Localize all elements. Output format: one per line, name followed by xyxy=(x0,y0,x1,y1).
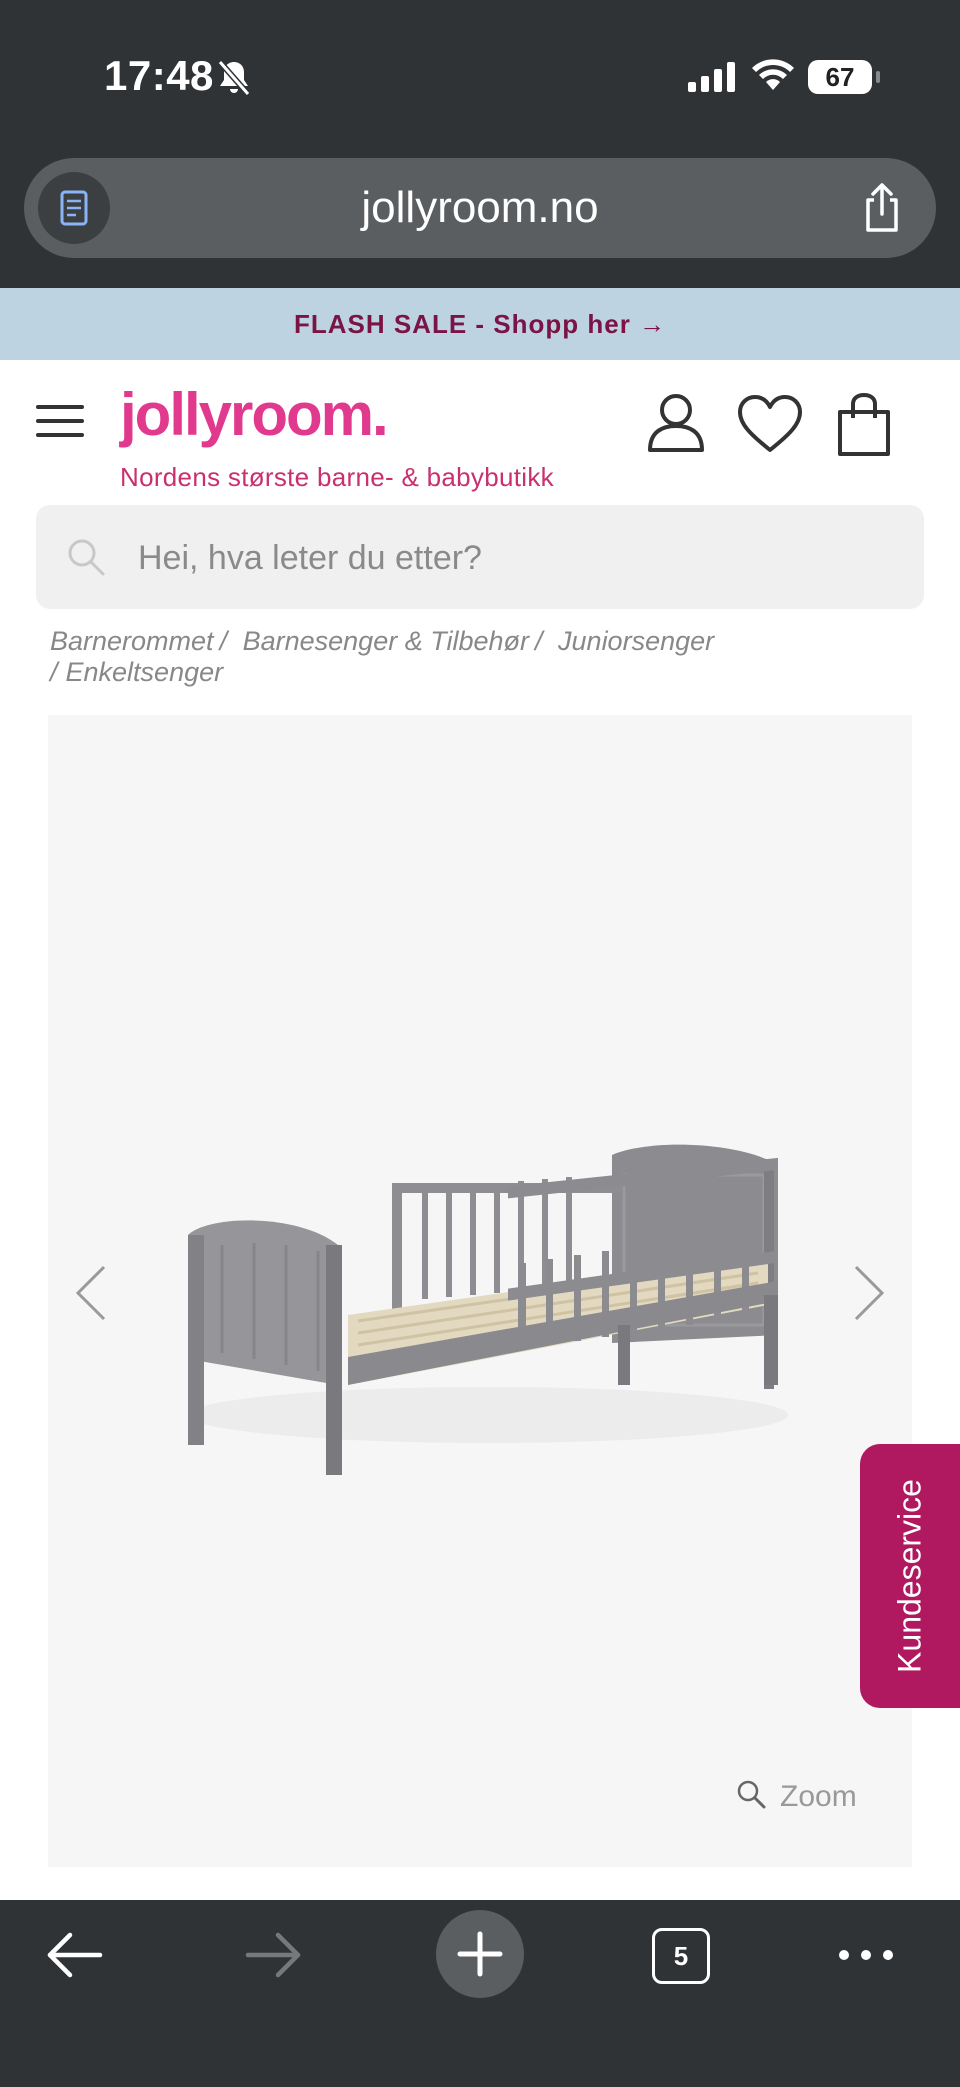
wishlist-button[interactable] xyxy=(736,394,804,459)
site-logo[interactable]: jollyroom. xyxy=(120,380,389,449)
breadcrumb: Barnerommet / Barnesenger & Tilbehør / Jun… xyxy=(50,626,910,688)
battery-indicator: 67 xyxy=(808,60,880,94)
site-tagline: Nordens største barne- & babybutikk xyxy=(120,462,554,492)
share-icon xyxy=(866,183,898,232)
menu-button[interactable] xyxy=(36,405,84,437)
next-image-button[interactable] xyxy=(846,1263,890,1328)
silent-bell-icon xyxy=(216,58,252,103)
share-button[interactable] xyxy=(858,182,906,239)
heart-icon xyxy=(738,395,802,452)
shopping-bag-icon xyxy=(838,392,890,456)
breadcrumb-item[interactable]: Barnesenger & Tilbehør xyxy=(243,626,529,656)
new-tab-button[interactable] xyxy=(436,1910,524,1998)
magnifier-icon xyxy=(736,1779,766,1817)
customer-service-label: Kundeservice xyxy=(891,1479,928,1673)
breadcrumb-separator: / xyxy=(50,657,58,687)
product-image-gallery[interactable]: Zoom xyxy=(48,715,912,1867)
previous-image-button[interactable] xyxy=(70,1263,114,1328)
breadcrumb-separator: / xyxy=(535,626,543,656)
user-icon xyxy=(648,394,704,452)
breadcrumb-item[interactable]: Barnerommet xyxy=(50,626,214,656)
wifi-icon xyxy=(752,58,794,97)
chevron-right-icon xyxy=(854,1265,885,1321)
more-options-button[interactable] xyxy=(836,1930,896,1985)
url-text[interactable]: jollyroom.no xyxy=(24,158,936,258)
customer-service-tab[interactable]: Kundeservice xyxy=(860,1444,960,1708)
cellular-signal-icon xyxy=(688,62,736,97)
ellipsis-icon xyxy=(839,1950,893,1960)
flash-sale-banner[interactable]: FLASH SALE - Shopp her → xyxy=(0,288,960,360)
breadcrumb-item[interactable]: Enkeltsenger xyxy=(66,657,224,687)
status-bar: 17:48 67 jollyroom.no xyxy=(0,0,960,288)
search-icon xyxy=(66,537,106,582)
reader-mode-button[interactable] xyxy=(38,172,110,244)
arrow-right-icon xyxy=(245,1932,301,1978)
chevron-left-icon xyxy=(75,1265,106,1321)
product-image-toddler-bed[interactable] xyxy=(178,1095,798,1480)
battery-level: 67 xyxy=(825,62,855,92)
account-button[interactable] xyxy=(646,392,706,459)
address-bar[interactable]: jollyroom.no xyxy=(24,158,936,258)
search-bar[interactable] xyxy=(36,505,924,611)
hamburger-icon xyxy=(36,405,84,409)
arrow-left-icon xyxy=(47,1932,103,1978)
forward-button[interactable] xyxy=(244,1930,304,1985)
reader-icon xyxy=(60,190,88,226)
plus-icon xyxy=(457,1931,503,1977)
breadcrumb-item[interactable]: Juniorsenger xyxy=(558,626,714,656)
back-button[interactable] xyxy=(44,1930,104,1985)
zoom-button[interactable]: Zoom xyxy=(736,1779,857,1817)
search-input[interactable] xyxy=(136,505,900,611)
breadcrumb-separator: / xyxy=(219,626,228,656)
browser-toolbar: 5 xyxy=(0,1900,960,2087)
status-time: 17:48 xyxy=(104,52,214,99)
tab-switcher-button[interactable]: 5 xyxy=(652,1928,710,1984)
cart-button[interactable] xyxy=(836,392,892,463)
zoom-label: Zoom xyxy=(780,1779,857,1813)
